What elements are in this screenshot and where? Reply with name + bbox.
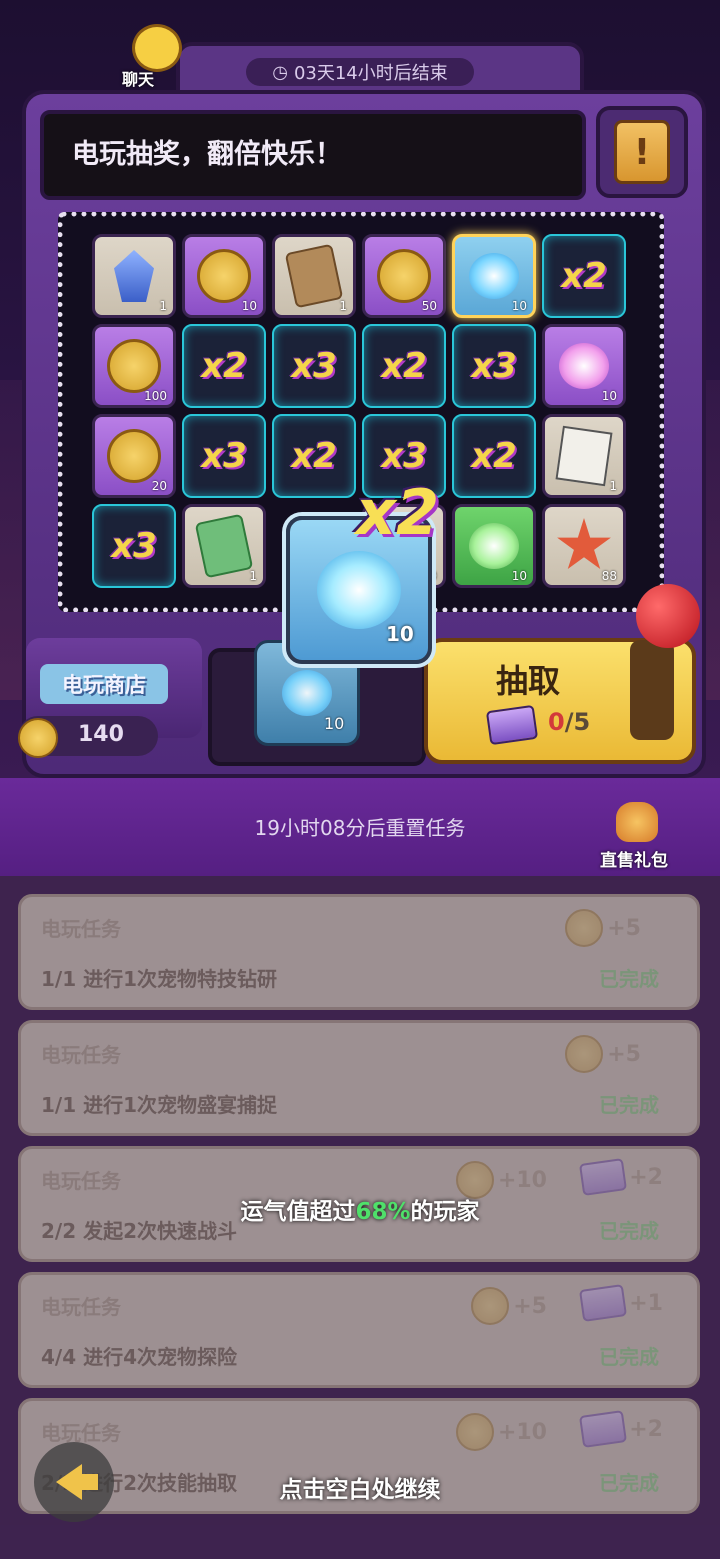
coin-icon (18, 718, 58, 758)
exclamation-scroll-icon: ! (614, 120, 670, 184)
prize-cell: 10 (452, 234, 536, 318)
prize-count: 1 (159, 299, 167, 313)
arcade-shop-button[interactable]: 电玩商店 (40, 664, 168, 704)
multiplier-label: x3 (201, 436, 247, 476)
multiplier-label: x2 (291, 436, 337, 476)
paper-icon (555, 425, 613, 487)
prize-cell: 10 (182, 234, 266, 318)
crystal-icon (114, 250, 154, 302)
luck-message: 运气值超过68%的玩家 (0, 1192, 720, 1226)
green-orb-icon (469, 523, 519, 569)
gift-bag-icon (616, 802, 658, 842)
multiplier-label: x2 (471, 436, 517, 476)
prize-count: 100 (144, 389, 167, 403)
multiplier-label: x2 (201, 346, 247, 386)
prize-cell: 50 (362, 234, 446, 318)
multiplier-cell: x3 (92, 504, 176, 588)
prize-count: 1 (609, 479, 617, 493)
luck-percent: 68% (355, 1199, 411, 1225)
pink-orb-icon (559, 343, 609, 389)
prize-cell: 10 (542, 324, 626, 408)
marquee-text: 电玩抽奖，翻倍快乐！ (72, 139, 342, 170)
prize-count: 10 (241, 299, 257, 313)
tray-prize-count: 10 (324, 714, 345, 733)
starfish-icon (557, 518, 611, 569)
coin-icon (107, 339, 161, 393)
prize-count: 1 (339, 299, 347, 313)
coin-icon (107, 429, 161, 483)
prize-cell: 1 (92, 234, 176, 318)
multiplier-cell: x2 (542, 234, 626, 318)
draw-progress: 0/5 (548, 708, 590, 736)
multiplier-cell: x2 (452, 414, 536, 498)
draw-label: 抽取 (496, 662, 561, 700)
multiplier-cell: x3 (182, 414, 266, 498)
draw-progress-current: 0 (548, 708, 565, 736)
blue-orb-icon (317, 551, 401, 629)
coin-amount: 140 (78, 722, 124, 747)
prize-count: 1 (249, 569, 257, 583)
back-arrow-icon (56, 1464, 98, 1500)
clock-icon: ◷ (272, 61, 288, 83)
ticket-icon (485, 704, 539, 746)
prize-cell: 100 (92, 324, 176, 408)
prize-count: 50 (421, 299, 437, 313)
prize-count: 10 (601, 389, 617, 403)
prize-cell: 10 (452, 504, 536, 588)
coin-icon (377, 249, 431, 303)
prize-count: 20 (151, 479, 167, 493)
multiplier-cell: x3 (452, 324, 536, 408)
back-button[interactable] (34, 1442, 114, 1522)
prize-cell: 20 (92, 414, 176, 498)
multiplier-label: x3 (291, 346, 337, 386)
multiplier-label: x2 (561, 256, 607, 296)
coin-icon (197, 249, 251, 303)
chat-label: 聊天 (122, 70, 155, 89)
gift-pack-label: 直售礼包 (600, 851, 668, 871)
green-ticket-icon (194, 513, 254, 579)
gift-pack-button[interactable]: 直售礼包 (600, 800, 676, 871)
joystick-icon[interactable] (636, 584, 700, 648)
multiplier-cell: x2 (362, 324, 446, 408)
multiplier-cell: x2 (272, 414, 356, 498)
prize-count: 10 (511, 569, 527, 583)
luck-prefix: 运气值超过 (240, 1199, 356, 1225)
event-timer: ◷ 03天14小时后结束 (246, 58, 474, 86)
prize-cell: 88 (542, 504, 626, 588)
multiplier-label: x3 (471, 346, 517, 386)
ticket-icon (284, 243, 344, 309)
multiplier-label: x3 (381, 436, 427, 476)
reward-count: 10 (386, 622, 414, 646)
joystick-base (630, 640, 674, 740)
timer-text: 03天14小时后结束 (293, 63, 448, 84)
blue-orb-icon (469, 253, 519, 299)
draw-progress-total: /5 (564, 708, 591, 736)
reward-multiplier: x2 (356, 476, 440, 549)
chat-face-icon (132, 24, 182, 72)
multiplier-label: x3 (111, 526, 157, 566)
prize-count: 10 (511, 299, 527, 313)
prize-count: 88 (601, 569, 617, 583)
multiplier-cell: x3 (272, 324, 356, 408)
help-button[interactable]: ! (596, 106, 688, 198)
multiplier-cell: x2 (182, 324, 266, 408)
blue-orb-icon (282, 670, 332, 716)
chat-button[interactable]: 聊天 (104, 22, 182, 90)
prize-cell: 1 (542, 414, 626, 498)
prize-cell: 1 (272, 234, 356, 318)
multiplier-label: x2 (381, 346, 427, 386)
luck-suffix: 的玩家 (410, 1199, 480, 1225)
prize-cell: 1 (182, 504, 266, 588)
